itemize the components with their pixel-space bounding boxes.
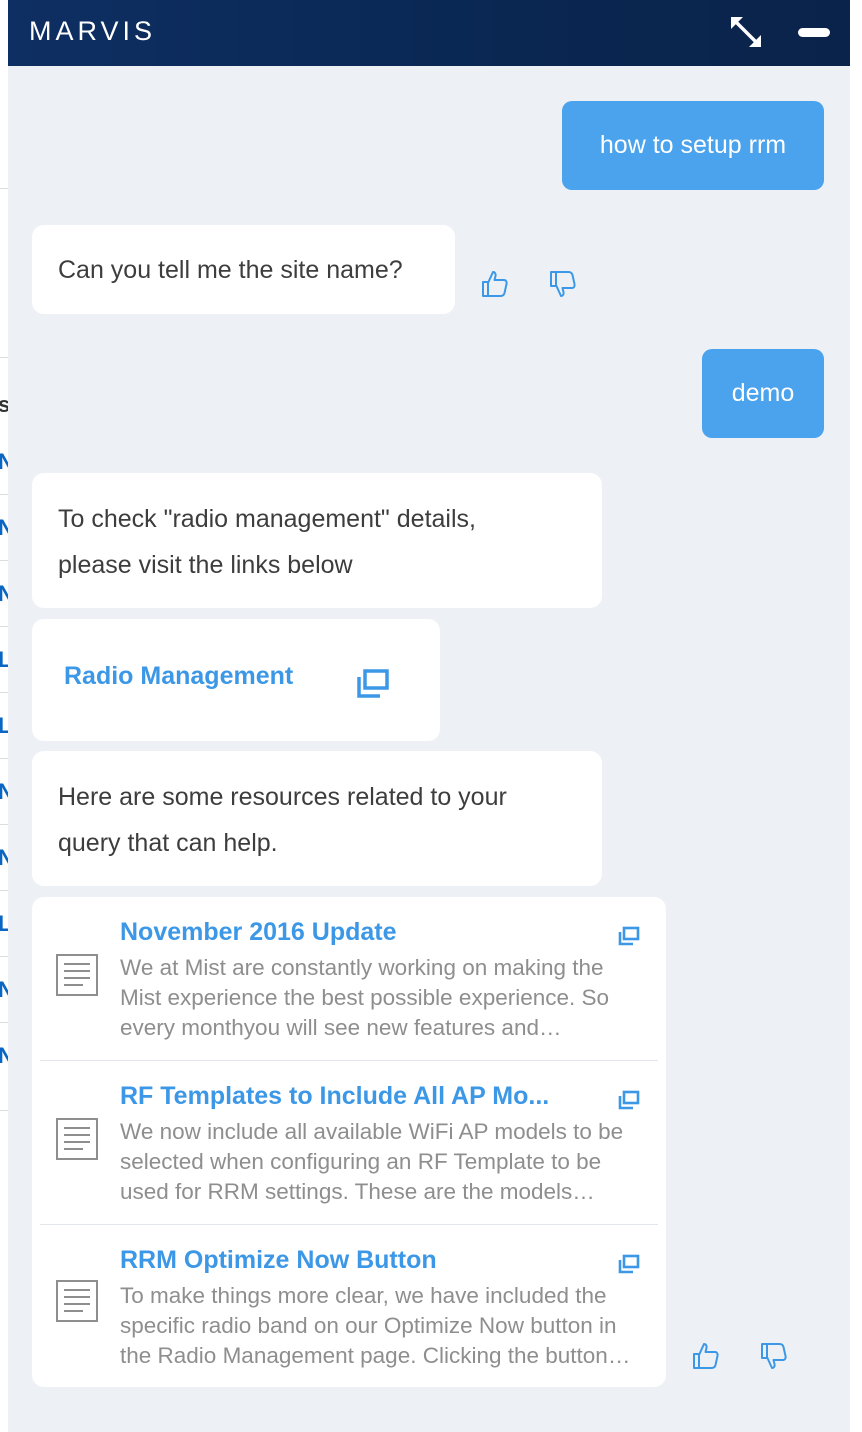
resource-item[interactable]: RRM Optimize Now Button To make things m…	[40, 1225, 658, 1389]
marvis-chat-panel: MARVIS how to setup rrm Can you tell me …	[8, 0, 850, 1432]
bot-message-text: Here are some resources related to your	[58, 783, 507, 811]
resource-item[interactable]: November 2016 Update We at Mist are cons…	[40, 897, 658, 1061]
radio-management-link[interactable]: Radio Management	[64, 662, 293, 691]
bot-message: To check "radio management" details, ple…	[32, 473, 602, 608]
bot-message-text: please visit the links below	[58, 551, 353, 579]
radio-management-link-card[interactable]: Radio Management	[32, 619, 440, 741]
bot-message-text: query that can help.	[58, 829, 278, 857]
resource-title[interactable]: November 2016 Update	[120, 918, 570, 947]
document-icon	[55, 1117, 99, 1161]
open-in-new-window-icon[interactable]	[618, 1253, 640, 1275]
resource-item[interactable]: RF Templates to Include All AP Mo... We …	[40, 1061, 658, 1225]
resource-description: We now include all available WiFi AP mod…	[120, 1119, 624, 1204]
open-in-new-window-icon[interactable]	[618, 925, 640, 947]
thumbs-down-icon[interactable]	[548, 269, 578, 299]
open-in-new-window-icon[interactable]	[618, 1089, 640, 1111]
bot-message-text: Can you tell me the site name?	[58, 256, 403, 284]
user-message: how to setup rrm	[562, 101, 824, 190]
chat-header: MARVIS	[8, 0, 850, 66]
thumbs-up-icon[interactable]	[691, 1341, 721, 1371]
user-message: demo	[702, 349, 824, 438]
bot-message: Can you tell me the site name?	[32, 225, 455, 314]
bot-message-text: To check "radio management" details,	[58, 505, 476, 533]
open-in-new-window-icon[interactable]	[356, 667, 390, 701]
minimize-icon[interactable]	[798, 28, 830, 37]
expand-icon[interactable]	[728, 14, 764, 50]
chat-title: MARVIS	[29, 16, 157, 46]
resource-description: We at Mist are constantly working on mak…	[120, 955, 610, 1040]
resource-description: To make things more clear, we have inclu…	[120, 1283, 617, 1368]
document-icon	[55, 953, 99, 997]
resource-title[interactable]: RF Templates to Include All AP Mo...	[120, 1082, 570, 1111]
resources-card: November 2016 Update We at Mist are cons…	[32, 897, 666, 1387]
resource-title[interactable]: RRM Optimize Now Button	[120, 1246, 570, 1275]
bot-message: Here are some resources related to your …	[32, 751, 602, 886]
thumbs-up-icon[interactable]	[480, 269, 510, 299]
thumbs-down-icon[interactable]	[759, 1341, 789, 1371]
document-icon	[55, 1279, 99, 1323]
